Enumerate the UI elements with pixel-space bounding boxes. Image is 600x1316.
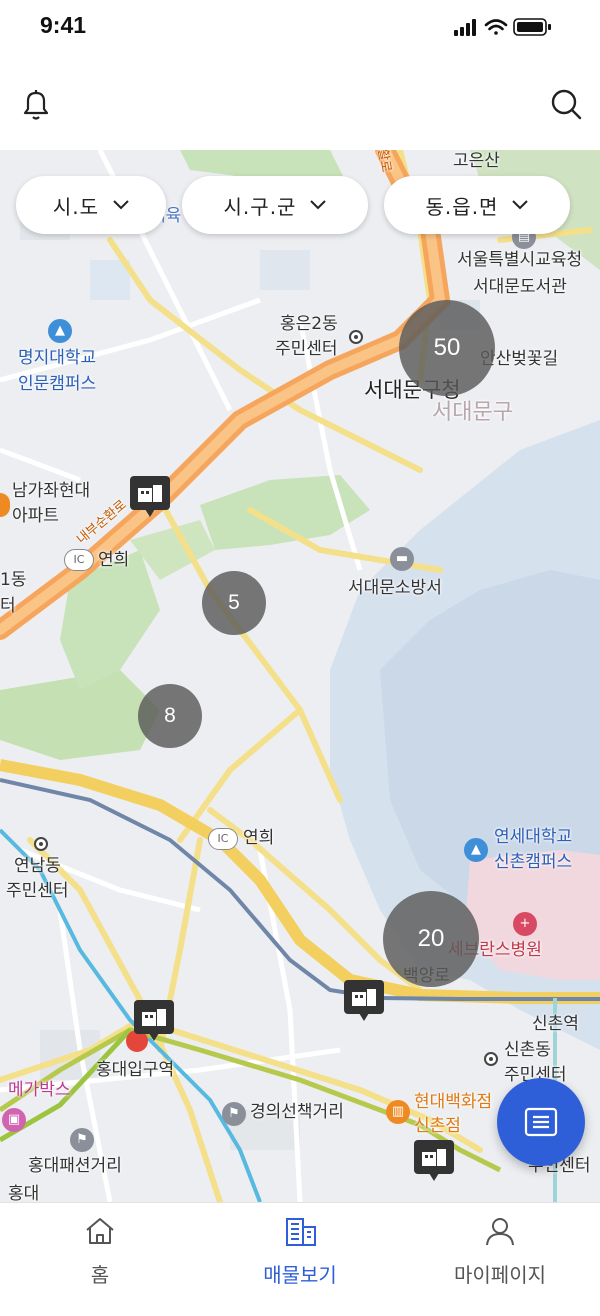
filter-sigungu-dropdown[interactable]: 시.구.군 xyxy=(182,176,368,234)
map-label-library: 서대문도서관 xyxy=(473,277,567,297)
search-button[interactable] xyxy=(546,84,586,124)
list-icon xyxy=(524,1107,558,1137)
tab-listings[interactable]: 매물보기 xyxy=(200,1203,400,1316)
chevron-down-icon xyxy=(512,200,529,210)
yonsei-school-icon: ▲ xyxy=(464,838,488,862)
map-label-hongeun-2: 주민센터 xyxy=(275,339,338,359)
ic-badge-bottom: IC xyxy=(208,828,238,850)
filter-dong-label: 동.읍.면 xyxy=(425,194,499,219)
map-label-myongji-1: 명지대학교 xyxy=(18,348,97,368)
property-marker[interactable] xyxy=(130,476,170,517)
school-icon: ▲ xyxy=(48,319,72,343)
map-label-hwalro: 활로 xyxy=(374,150,394,174)
notification-button[interactable] xyxy=(16,84,56,124)
map-label-goeunsan: 고은산 xyxy=(453,151,500,171)
map-label-hyundai-1: 현대백화점 xyxy=(414,1092,493,1112)
app-header xyxy=(0,56,600,150)
property-cluster[interactable]: 5 xyxy=(202,571,266,635)
tab-mypage-label: 마이페이지 xyxy=(454,1263,546,1287)
map-label-hongeun-1: 홍은2동 xyxy=(280,314,338,334)
map-label-fire-station: 서대문소방서 xyxy=(348,578,442,598)
property-cluster[interactable]: 50 xyxy=(399,300,495,396)
map-label-sinchon-station: 신촌역 xyxy=(532,1014,579,1034)
map-label-megabox: 메가박스 xyxy=(8,1080,71,1100)
map-label-namgajwa-1: 남가좌현대 xyxy=(12,481,91,501)
chevron-down-icon xyxy=(113,200,129,210)
property-cluster[interactable]: 8 xyxy=(138,684,202,748)
building-marker-icon xyxy=(422,1149,446,1166)
filter-sido-label: 시.도 xyxy=(52,194,100,219)
map-label-yeonnam-2: 주민센터 xyxy=(6,881,69,901)
building-marker-icon xyxy=(352,989,376,1006)
hospital-icon: + xyxy=(513,912,537,936)
sinchon-center-icon xyxy=(484,1052,498,1066)
filter-sido-dropdown[interactable]: 시.도 xyxy=(16,176,166,234)
property-marker[interactable] xyxy=(414,1140,454,1181)
community-center-icon xyxy=(349,330,363,344)
tab-home-label: 홈 xyxy=(90,1263,110,1287)
status-time: 9:41 xyxy=(40,12,87,38)
map-label-district: 서대문구 xyxy=(432,400,513,425)
map-label-gyeongui: 경의선책거리 xyxy=(250,1102,344,1122)
battery-icon xyxy=(513,18,551,36)
department-store-icon: ▥ xyxy=(386,1100,410,1124)
map-label-yeonhui-ic: 연희 xyxy=(243,828,275,848)
signal-icon xyxy=(454,19,476,36)
tab-home[interactable]: 홈 xyxy=(0,1203,200,1316)
map-label-yonsei-2: 신촌캠퍼스 xyxy=(494,852,573,872)
status-bar: 9:41 xyxy=(0,0,600,56)
map-label-ic-yeonhui-top: 연희 xyxy=(98,550,130,570)
map-label-sinchon-1: 신촌동 xyxy=(504,1040,551,1060)
map-label-namgajwa-2: 아파트 xyxy=(12,506,59,526)
fire-station-icon: ▬ xyxy=(390,547,414,571)
property-marker[interactable] xyxy=(134,1000,174,1041)
home-icon xyxy=(86,1218,114,1244)
tab-mypage[interactable]: 마이페이지 xyxy=(400,1203,600,1316)
chevron-down-icon xyxy=(310,200,327,210)
yeonnam-center-icon xyxy=(34,837,48,851)
search-icon xyxy=(551,89,582,120)
map-label-edge-1: 1동 xyxy=(0,570,27,590)
list-view-button[interactable] xyxy=(497,1078,585,1166)
property-marker[interactable] xyxy=(344,980,384,1021)
map-label-hongdae: 홍대 xyxy=(8,1184,40,1202)
map-label-edu-office: 서울특별시교육청 xyxy=(457,250,583,270)
filter-dong-dropdown[interactable]: 동.읍.면 xyxy=(384,176,570,234)
ic-badge-top: IC xyxy=(64,549,94,571)
map-label-fashion: 홍대패션거리 xyxy=(28,1156,122,1176)
bell-icon xyxy=(23,90,49,120)
tab-listings-label: 매물보기 xyxy=(263,1263,337,1287)
map-label-edge-2: 터 xyxy=(0,596,16,616)
wifi-icon xyxy=(484,19,508,35)
map-label-yeonnam-1: 연남동 xyxy=(14,856,61,876)
map-label-hyundai-2: 신촌점 xyxy=(414,1116,461,1136)
buildings-icon xyxy=(286,1218,316,1246)
cinema-icon: ▣ xyxy=(2,1108,26,1132)
bottom-tab-bar: 홈 매물보기 마이페이지 xyxy=(0,1202,600,1316)
map-label-myongji-2: 인문캠퍼스 xyxy=(18,374,97,394)
map-label-hongik-station: 홍대입구역 xyxy=(96,1060,175,1080)
status-icons xyxy=(448,16,568,38)
filter-sigungu-label: 시.구.군 xyxy=(223,194,297,219)
flag-icon: ⚑ xyxy=(222,1102,246,1126)
map-label-yonsei-1: 연세대학교 xyxy=(494,827,573,847)
person-icon xyxy=(486,1218,514,1246)
map-view[interactable]: 고은산 활로 체육 서울특별시교육청 서대문도서관 ▤ 홍은2동 주민센터 안산… xyxy=(0,150,600,1202)
building-marker-icon xyxy=(138,485,162,502)
flag-icon-2: ⚑ xyxy=(70,1128,94,1152)
property-cluster[interactable]: 20 xyxy=(383,891,479,987)
building-marker-icon xyxy=(142,1009,166,1026)
